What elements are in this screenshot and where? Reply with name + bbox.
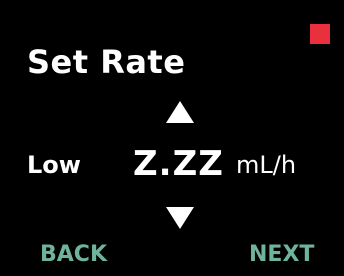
triangle-down-icon[interactable] (166, 207, 194, 229)
back-button[interactable]: BACK (40, 241, 107, 269)
rate-value: Z.ZZ (133, 144, 224, 184)
triangle-up-icon[interactable] (166, 101, 194, 123)
red-square-icon (310, 24, 330, 44)
pump-screen: Set Rate Low Z.ZZ mL/h BACK NEXT (0, 0, 344, 276)
rate-unit: mL/h (236, 151, 297, 179)
next-button[interactable]: NEXT (249, 241, 314, 269)
rate-level-label: Low (27, 151, 81, 179)
page-title: Set Rate (27, 43, 186, 81)
